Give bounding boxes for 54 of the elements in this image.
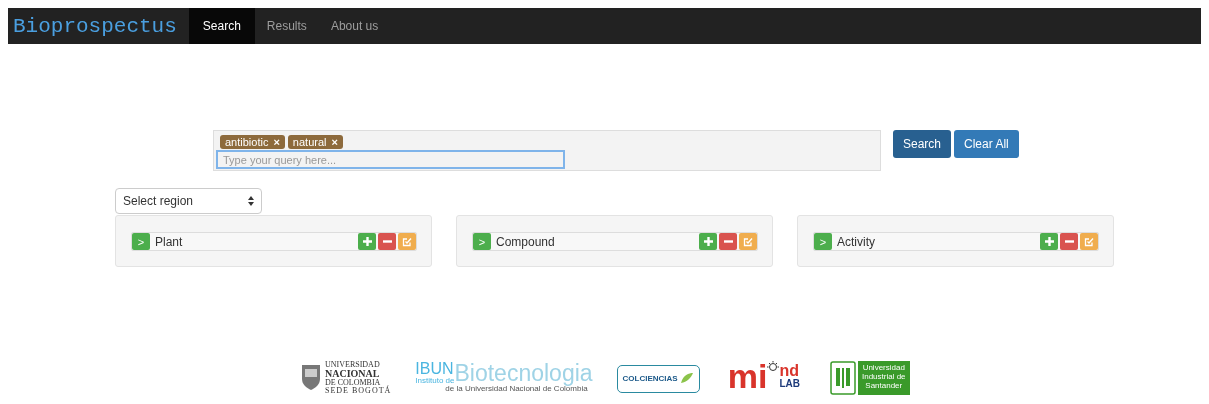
add-button[interactable]: [1040, 233, 1058, 250]
logo-text: SEDE BOGOTÁ: [325, 387, 392, 395]
expand-button[interactable]: >: [132, 233, 150, 250]
logo-badge: Universidad Industrial de Santander: [857, 361, 910, 395]
brand-logo[interactable]: Bioprospectus: [8, 8, 189, 44]
minus-icon: [382, 237, 392, 246]
filter-label: Plant: [155, 234, 183, 249]
shield-icon: [829, 361, 856, 395]
checkbox-icon: [1084, 236, 1094, 247]
logo-text: LAB: [779, 379, 800, 389]
edit-button[interactable]: [398, 233, 416, 250]
remove-button[interactable]: [719, 233, 737, 250]
logo-text: nd: [779, 363, 800, 379]
tag-chip[interactable]: natural ×: [287, 135, 343, 149]
logo-text: NACIONAL: [325, 369, 381, 379]
logo-text: IBUN: [415, 361, 454, 377]
tag-chip[interactable]: antibiotic ×: [220, 135, 285, 149]
logo-text: UNIVERSIDAD: [325, 361, 381, 369]
logo-text: i: [757, 361, 768, 392]
logo-badge: COLCIENCIAS: [616, 365, 700, 393]
checkbox-icon: [402, 236, 412, 247]
updown-arrows-icon: [248, 196, 254, 206]
expand-button[interactable]: >: [473, 233, 491, 250]
lightbulb-icon: [767, 361, 780, 373]
remove-tag-button[interactable]: ×: [273, 136, 280, 148]
nav-tab[interactable]: About us: [318, 8, 391, 44]
add-button[interactable]: [358, 233, 376, 250]
edit-button[interactable]: [739, 233, 757, 250]
plus-icon: [1044, 237, 1054, 246]
remove-tag-button[interactable]: ×: [331, 136, 338, 148]
expand-button[interactable]: >: [814, 233, 832, 250]
nav-tab[interactable]: Search: [188, 8, 255, 44]
logo-text: Instituto de: [415, 377, 455, 385]
logo-text: m: [727, 361, 758, 392]
logo-text: DE COLOMBIA: [325, 379, 381, 387]
logo-text: de la Universidad Nacional de Colombia: [445, 385, 588, 393]
filter-label: Compound: [496, 234, 555, 249]
edit-button[interactable]: [1080, 233, 1098, 250]
minus-icon: [723, 237, 733, 246]
remove-button[interactable]: [1060, 233, 1078, 250]
nav-tab[interactable]: Results: [254, 8, 319, 44]
clear-button[interactable]: Clear All: [954, 130, 1019, 158]
region-select[interactable]: Select region: [115, 188, 262, 214]
search-button[interactable]: Search: [893, 130, 952, 158]
logo-text: Biotecnologia: [454, 362, 593, 385]
plus-icon: [703, 237, 713, 246]
filter-label: Activity: [837, 234, 875, 249]
remove-button[interactable]: [378, 233, 396, 250]
checkbox-icon: [743, 236, 753, 247]
minus-icon: [1064, 237, 1074, 246]
add-button[interactable]: [699, 233, 717, 250]
leaf-icon: [679, 372, 694, 384]
query-field[interactable]: Type your query here...: [216, 150, 565, 169]
plus-icon: [362, 237, 372, 246]
